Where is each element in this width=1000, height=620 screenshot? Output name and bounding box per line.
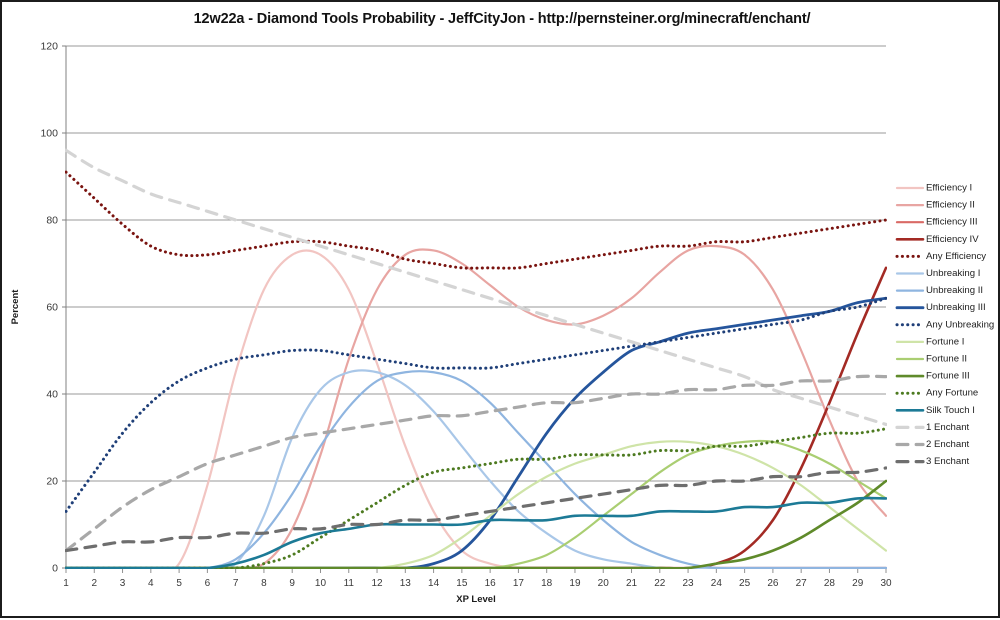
- x-axis-title: XP Level: [456, 594, 495, 605]
- legend-label-efficiency-ii[interactable]: Efficiency II: [926, 200, 975, 211]
- x-axis-tick-label: 8: [261, 578, 267, 589]
- series-line-fortune-i: [65, 440, 887, 569]
- series-line-fortune-iii: [65, 479, 887, 569]
- y-axis-tick-label: 0: [52, 563, 58, 575]
- chart-plot-area: 0 20 40 60 80 100 120 1 2 3 4 5 6 7 8 9 10 11 12 13 14 15 16 17…: [2, 2, 1000, 620]
- x-axis-tick-label: 25: [739, 578, 751, 589]
- x-axis-tick-label: 29: [852, 578, 864, 589]
- x-axis-tick-label: 28: [824, 578, 836, 589]
- y-axis-title: Percent: [10, 289, 21, 325]
- legend-label-any-fortune[interactable]: Any Fortune: [926, 388, 978, 399]
- y-axis-tick-label: 60: [46, 302, 58, 314]
- x-axis-tick-label: 20: [598, 578, 610, 589]
- x-axis-tick-label: 26: [767, 578, 779, 589]
- legend-label-any-unbreaking[interactable]: Any Unbreaking: [926, 319, 994, 330]
- x-axis-tick-label: 18: [541, 578, 553, 589]
- x-axis-tick-label: 10: [315, 578, 327, 589]
- x-axis-tick-label: 9: [289, 578, 295, 589]
- x-axis-tick-label: 6: [205, 578, 211, 589]
- legend-label-efficiency-iii[interactable]: Efficiency III: [926, 217, 978, 228]
- x-axis-tick-label: 5: [176, 578, 182, 589]
- legend-label-unbreaking-ii[interactable]: Unbreaking II: [926, 285, 983, 296]
- series-line-any-fortune: [65, 427, 887, 569]
- x-axis-tick-label: 1: [63, 578, 69, 589]
- legend-label-unbreaking-iii[interactable]: Unbreaking III: [926, 302, 986, 313]
- x-axis-tick-label: 15: [456, 578, 468, 589]
- chart-window: 12w22a - Diamond Tools Probability - Jef…: [0, 0, 1000, 618]
- x-axis-tick-label: 14: [428, 578, 440, 589]
- y-axis-tick-label: 40: [46, 389, 58, 401]
- x-axis-tick-label: 30: [880, 578, 892, 589]
- x-axis-tick-label: 12: [371, 578, 383, 589]
- legend-label-silk-touch-i[interactable]: Silk Touch I: [926, 405, 975, 416]
- legend-label-efficiency-i[interactable]: Efficiency I: [926, 183, 972, 194]
- x-axis-tick-label: 16: [485, 578, 497, 589]
- x-axis-tick-label: 3: [120, 578, 126, 589]
- y-axis-tick-label: 120: [40, 41, 58, 53]
- series-line-fortune-ii: [65, 439, 887, 569]
- x-axis-tick-label: 13: [400, 578, 412, 589]
- x-axis-tick-label: 2: [91, 578, 97, 589]
- x-axis-tick-label: 11: [344, 578, 355, 589]
- series-line-efficiency-ii: [65, 244, 887, 569]
- series-group: [65, 148, 887, 569]
- legend-label-fortune-i[interactable]: Fortune I: [926, 336, 964, 347]
- legend-label-fortune-iii[interactable]: Fortune III: [926, 371, 970, 382]
- legend-label-2-enchant[interactable]: 2 Enchant: [926, 439, 970, 450]
- y-axis-tick-label: 100: [40, 128, 58, 140]
- legend-label-1-enchant[interactable]: 1 Enchant: [926, 422, 970, 433]
- x-axis-tick-label: 7: [233, 578, 239, 589]
- chart-svg: 0204060801001201 2 3 4 5 6 7 8 9 10 11 12 13 14 15 16 17…: [10, 41, 994, 605]
- legend-label-3-enchant[interactable]: 3 Enchant: [926, 456, 970, 467]
- x-axis-tick-label: 21: [626, 578, 638, 589]
- x-axis-tick-label: 27: [796, 578, 808, 589]
- series-line-1-enchant: [65, 148, 887, 427]
- legend-label-efficiency-iv[interactable]: Efficiency IV: [926, 234, 979, 245]
- legend-label-fortune-ii[interactable]: Fortune II: [926, 354, 967, 365]
- x-axis-tick-label: 17: [513, 578, 525, 589]
- legend-label-any-efficiency[interactable]: Any Efficiency: [926, 251, 986, 262]
- x-axis-tick-label: 4: [148, 578, 154, 589]
- y-axis-tick-label: 20: [46, 476, 58, 488]
- x-axis-tick-label: 24: [711, 578, 723, 589]
- y-axis-tick-label: 80: [46, 215, 58, 227]
- x-axis-tick-label: 19: [569, 578, 581, 589]
- legend-label-unbreaking-i[interactable]: Unbreaking I: [926, 268, 980, 279]
- x-axis-tick-label: 23: [683, 578, 695, 589]
- x-axis-tick-label: 22: [654, 578, 666, 589]
